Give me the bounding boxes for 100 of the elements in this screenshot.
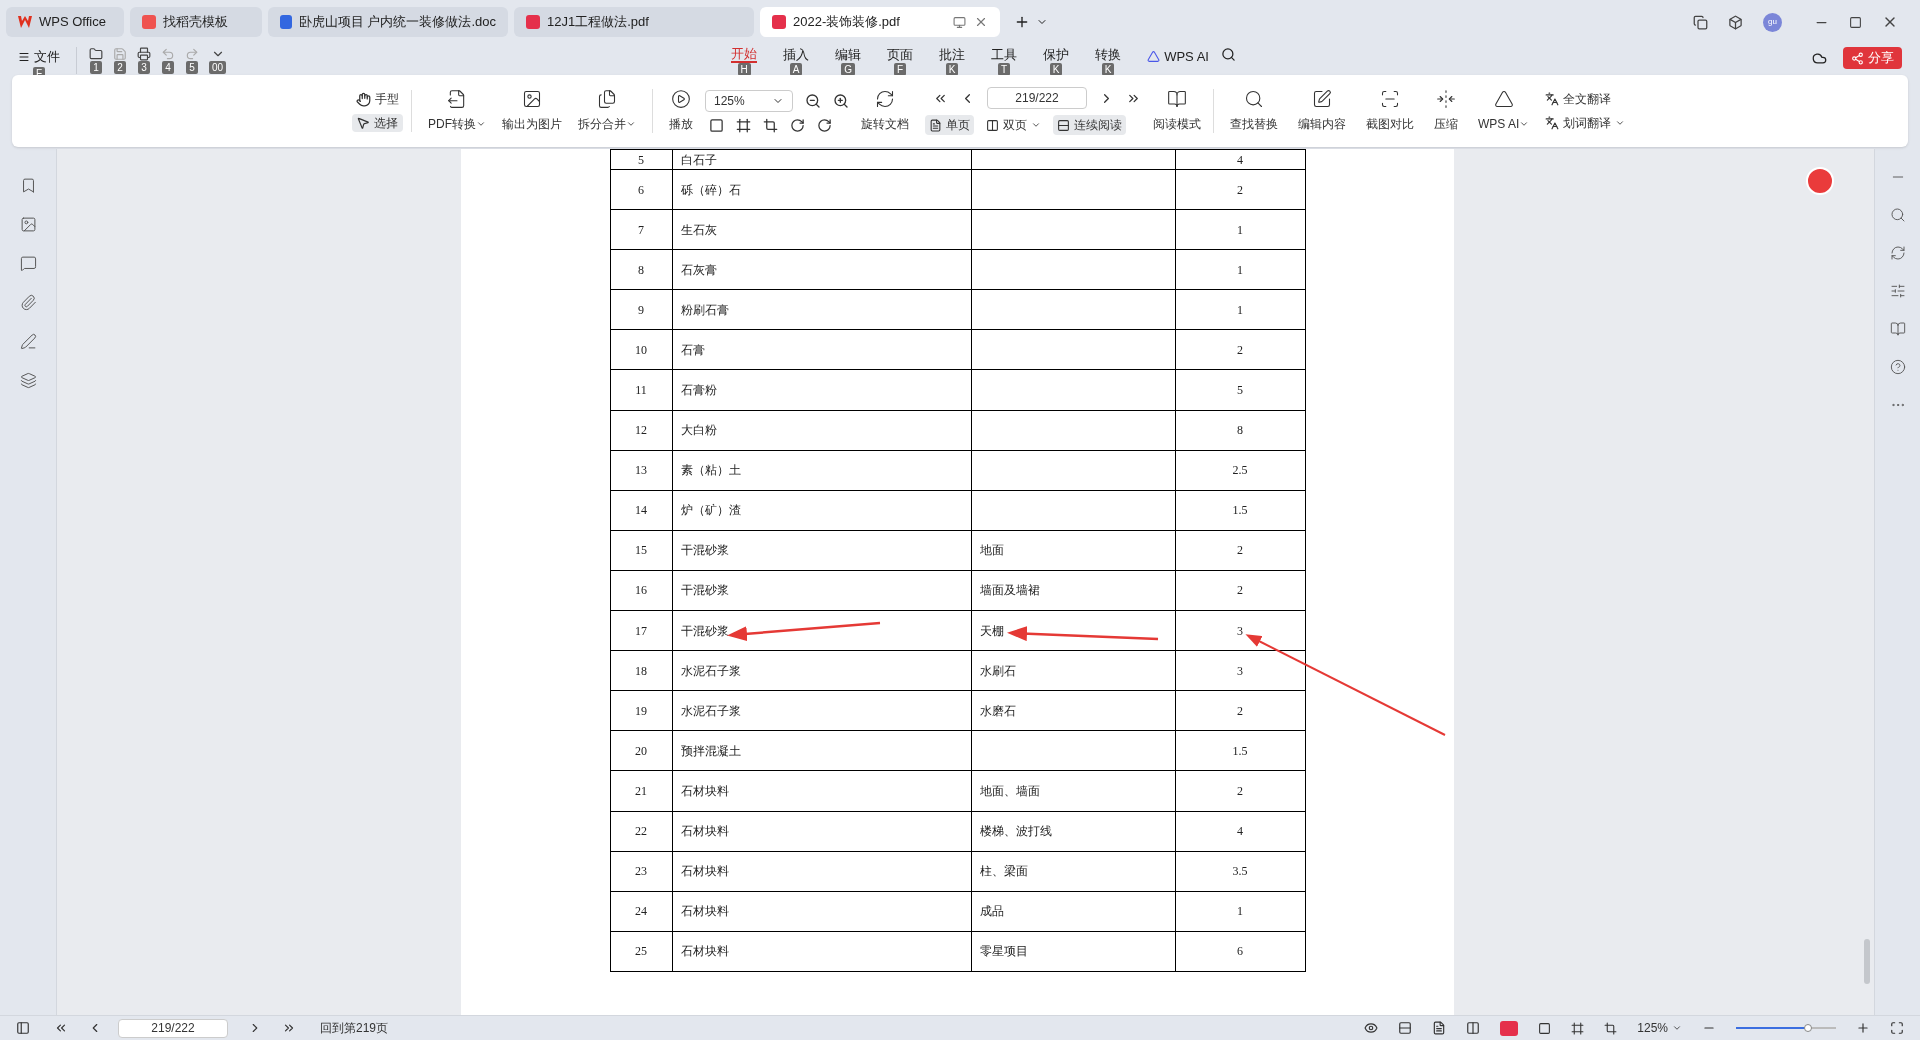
document-tab[interactable]: 12J1工程做法.pdf xyxy=(514,7,754,37)
read-mode-button[interactable]: 阅读模式 xyxy=(1149,89,1205,133)
page-field[interactable]: 219/222 xyxy=(118,1018,228,1038)
wps-ai-tool-button[interactable]: WPS AI xyxy=(1474,89,1534,133)
tab-label: WPS Office xyxy=(39,13,106,32)
actual-size-icon[interactable] xyxy=(1538,1021,1552,1035)
floating-assistant-icon[interactable] xyxy=(1806,167,1834,195)
document-tab[interactable]: 找稻壳模板 xyxy=(130,7,262,37)
cloud-icon[interactable] xyxy=(1812,50,1827,66)
document-tab[interactable]: 2022-装饰装修.pdf xyxy=(760,7,1000,37)
document-tab[interactable]: 卧虎山项目 户内统一装修做法.doc xyxy=(268,7,508,37)
tool-icon xyxy=(671,89,691,109)
caret-icon xyxy=(1672,1023,1682,1033)
last-page-icon[interactable] xyxy=(282,1021,296,1035)
wps-ai-button[interactable]: WPS AI xyxy=(1147,47,1209,67)
window-icon[interactable] xyxy=(953,15,966,29)
view-mode-button[interactable]: 双页 xyxy=(982,115,1045,135)
table-cell: 水泥石子浆 xyxy=(672,690,971,731)
windows-icon[interactable] xyxy=(1693,14,1708,30)
zoom-out-icon[interactable] xyxy=(805,92,821,109)
table-cell: 1 xyxy=(1175,289,1305,330)
reader-icon[interactable] xyxy=(1889,321,1906,337)
table-cell: 3.5 xyxy=(1175,851,1305,892)
zoom-level[interactable]: 125% xyxy=(1637,1019,1682,1037)
table-cell: 柱、梁面 xyxy=(971,851,1175,892)
close-icon[interactable] xyxy=(974,15,988,29)
fit-width-icon[interactable] xyxy=(763,117,778,133)
table-cell: 天棚 xyxy=(971,610,1175,651)
signature-icon[interactable] xyxy=(19,333,37,350)
view-mode-button[interactable]: 单页 xyxy=(925,115,974,135)
view-mode-button[interactable]: 连续阅读 xyxy=(1053,115,1126,135)
single-page-icon[interactable] xyxy=(1432,1021,1447,1035)
thumbnail-icon[interactable] xyxy=(19,216,37,233)
scrollbar[interactable] xyxy=(1864,939,1870,984)
caret-icon xyxy=(626,119,636,129)
fit-page-icon[interactable] xyxy=(1571,1021,1585,1035)
tool-button[interactable]: 截图对比 xyxy=(1362,89,1418,133)
ribbon-tab[interactable]: 编辑 xyxy=(835,47,862,63)
page-field[interactable]: 219/222 xyxy=(987,87,1087,109)
share-button[interactable]: 分享 xyxy=(1843,47,1902,69)
tool-label: 编辑内容 xyxy=(1298,116,1346,133)
fullscreen-icon[interactable] xyxy=(1890,1021,1904,1035)
ribbon-tab[interactable]: 批注 xyxy=(939,47,966,63)
ribbon-tab[interactable]: 插入 xyxy=(783,47,810,63)
zoom-in-icon[interactable] xyxy=(833,92,849,109)
ribbon-tab[interactable]: 工具 xyxy=(991,47,1018,63)
translate-icon xyxy=(1545,92,1560,106)
file-menu[interactable]: 文件 xyxy=(18,47,60,67)
tool-label: 旋转文档 xyxy=(861,116,909,133)
convert-icon[interactable] xyxy=(1889,245,1906,261)
select-tool-button[interactable]: 选择 xyxy=(352,114,403,132)
actual-size-icon[interactable] xyxy=(709,117,724,133)
cube-icon[interactable] xyxy=(1728,14,1743,30)
eye-icon[interactable] xyxy=(1364,1021,1379,1035)
folder-icon[interactable] xyxy=(89,47,103,61)
table-cell: 水磨石 xyxy=(971,690,1175,731)
hand-tool-button[interactable]: 手型 xyxy=(352,90,403,108)
tool-button[interactable]: 查找替换 xyxy=(1226,89,1282,133)
rotate-left-icon[interactable] xyxy=(790,117,805,133)
table-cell: 1 xyxy=(1175,891,1305,932)
sidebar-toggle-icon[interactable] xyxy=(16,1021,30,1035)
new-tab-icon[interactable] xyxy=(1014,14,1030,30)
tool-icon xyxy=(1312,89,1332,109)
split-merge-button[interactable]: 拆分合并 xyxy=(574,89,640,133)
full-translate-button[interactable]: 全文翻译 xyxy=(1545,90,1626,108)
view-icon xyxy=(1057,118,1070,132)
print-icon[interactable] xyxy=(137,47,151,61)
comment-icon[interactable] xyxy=(19,255,37,272)
attachment-icon[interactable] xyxy=(19,294,37,311)
fit-width-icon[interactable] xyxy=(1604,1021,1618,1035)
rotate-right-icon[interactable] xyxy=(817,117,832,133)
ribbon-tab[interactable]: 页面 xyxy=(887,47,914,63)
play-button[interactable]: 播放 xyxy=(665,89,697,133)
layers-icon[interactable] xyxy=(19,372,37,389)
tab-label: 12J1工程做法.pdf xyxy=(547,13,649,32)
word-translate-button[interactable]: 划词翻译 xyxy=(1545,114,1626,132)
tool-icon xyxy=(1244,89,1264,109)
settings-icon[interactable] xyxy=(1889,283,1906,299)
zoom-select[interactable]: 125% xyxy=(705,89,793,112)
table-cell: 8 xyxy=(1175,410,1305,451)
two-page-icon[interactable] xyxy=(1466,1021,1481,1035)
search-icon[interactable] xyxy=(1220,47,1236,62)
ribbon-tab[interactable]: 转换 xyxy=(1095,47,1122,63)
table-cell: 14 xyxy=(610,490,672,531)
tool-icon xyxy=(1493,89,1514,109)
logo-icon xyxy=(18,16,32,28)
tool-button[interactable]: 压缩 xyxy=(1430,89,1462,133)
ribbon-tab[interactable]: 保护 xyxy=(1043,47,1070,63)
pdf-convert-button[interactable]: PDF转换 xyxy=(424,89,490,133)
tool-button[interactable]: 编辑内容 xyxy=(1294,89,1350,133)
back-to-page-link[interactable]: 回到第219页 xyxy=(320,1019,389,1037)
document-tab[interactable]: WPS Office xyxy=(6,7,124,37)
shortcut-hint: 3 xyxy=(138,61,150,74)
restore-icon[interactable] xyxy=(1849,15,1862,29)
export-image-button[interactable]: 输出为图片 xyxy=(498,89,566,133)
fit-page-icon[interactable] xyxy=(736,117,751,133)
rotate-document-button[interactable]: 旋转文档 xyxy=(857,89,913,133)
first-page-icon[interactable] xyxy=(54,1021,68,1035)
continuous-view-icon[interactable] xyxy=(1398,1021,1413,1035)
help-icon[interactable] xyxy=(1889,359,1906,375)
